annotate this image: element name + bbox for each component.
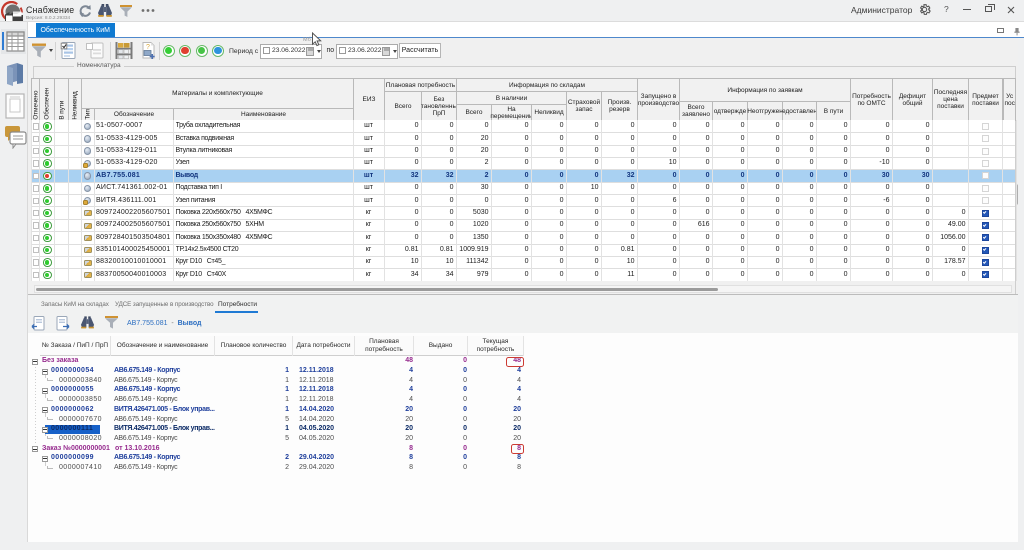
svg-text:?: ? bbox=[146, 44, 150, 51]
